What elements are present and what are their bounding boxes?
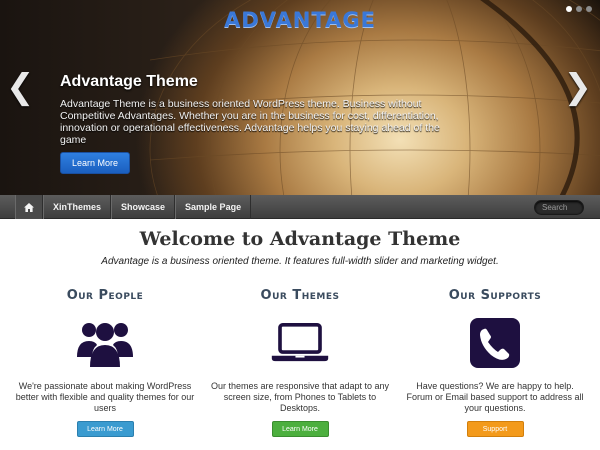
nav-item-showcase[interactable]: Showcase [111,195,176,219]
nav-home[interactable] [15,195,43,219]
feature-our-themes: Our Themes Our themes are responsive tha… [200,288,400,437]
feature-our-people: Our People We're passionate about making… [5,288,205,437]
support-button[interactable]: Support [466,421,524,437]
slide-dot-3[interactable] [586,6,592,12]
feature-title: Our Themes [260,288,340,303]
slide-description: Advantage Theme is a business oriented W… [60,98,440,146]
nav-item-sample-page[interactable]: Sample Page [175,195,252,219]
feature-title: Our Supports [448,288,542,303]
next-slide-icon[interactable]: ❯ [564,70,593,104]
themes-learn-more-button[interactable]: Learn More [271,421,329,437]
people-learn-more-button[interactable]: Learn More [76,421,134,437]
hero-slider: ADVANTAGE ❮ ❯ Advantage Theme Advantage … [0,0,600,195]
site-logo[interactable]: ADVANTAGE [0,8,600,32]
laptop-icon [270,317,330,369]
prev-slide-icon[interactable]: ❮ [6,70,35,104]
phone-icon [465,317,525,369]
slide-learn-more-button[interactable]: Learn More [60,152,130,174]
feature-description: We're passionate about making WordPress … [15,381,195,413]
feature-description: Have questions? We are happy to help. Fo… [406,381,584,413]
main-navigation: XinThemes Showcase Sample Page [0,195,600,219]
slide-title: Advantage Theme [60,73,198,90]
people-icon [75,317,135,369]
slide-dot-2[interactable] [576,6,582,12]
welcome-subtitle: Advantage is a business oriented theme. … [101,256,499,267]
welcome-heading: Welcome to Advantage Theme [139,228,461,250]
home-icon [24,202,34,212]
feature-title: Our People [66,288,144,303]
feature-our-supports: Our Supports Have questions? We are happ… [395,288,595,437]
feature-description: Our themes are responsive that adapt to … [210,381,390,413]
slide-dot-1[interactable] [566,6,572,12]
search-input[interactable] [534,200,584,215]
nav-item-xinthemes[interactable]: XinThemes [43,195,112,219]
slider-pagination [566,6,592,12]
